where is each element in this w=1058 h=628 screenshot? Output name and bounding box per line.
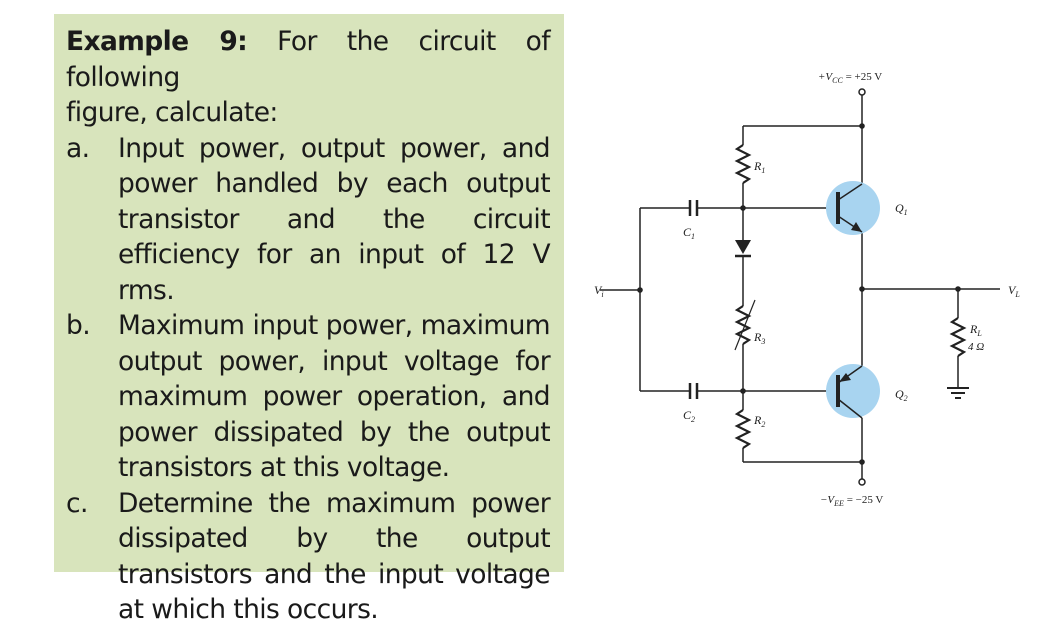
problem-statement-box: Example 9: For the circuit of following …	[54, 14, 564, 625]
vi-label: Vi	[594, 283, 604, 299]
problem-item-a: a. Input power, output power, and power …	[66, 131, 551, 309]
vee-terminal	[858, 478, 866, 486]
vee-label: −VEE = −25 V	[820, 494, 883, 508]
item-marker: a.	[66, 132, 90, 164]
push-pull-amplifier-circuit: +VCC = +25 V −VEE = −25 V Vi VL R1 R3 R2…	[594, 71, 1020, 508]
diode-icon	[735, 240, 751, 254]
rl-label: RL	[969, 322, 982, 338]
rl-value: 4 Ω	[968, 341, 984, 353]
problem-heading: Example 9: For the circuit of following	[66, 24, 551, 95]
r3-label: R3	[753, 330, 765, 346]
example-label: Example 9:	[66, 26, 248, 57]
vcc-label: +VCC = +25 V	[818, 71, 882, 85]
c2-label: C2	[683, 408, 695, 424]
r1-label: R1	[753, 159, 765, 175]
item-marker: b.	[66, 310, 91, 341]
q2-pnp-transistor	[826, 364, 880, 419]
r1-resistor	[734, 144, 752, 184]
item-text: Determine the maximum power dissipated b…	[118, 487, 551, 626]
vl-label: VL	[1008, 283, 1020, 299]
c1-label: C1	[683, 225, 695, 241]
r2-resistor	[734, 409, 752, 449]
q2-label: Q2	[895, 387, 908, 403]
item-text: Input power, output power, and power han…	[118, 132, 551, 306]
problem-item-c: c. Determine the maximum power dissipate…	[66, 486, 551, 628]
item-text: Maximum input power, maximum output powe…	[118, 310, 551, 483]
heading-line-2: figure, calculate:	[66, 97, 278, 128]
item-marker: c.	[66, 487, 88, 519]
r2-label: R2	[753, 413, 765, 429]
problem-item-b: b. Maximum input power, maximum output p…	[66, 308, 551, 486]
q1-npn-transistor	[826, 181, 880, 235]
r3-variable-resistor	[734, 305, 752, 345]
rl-load-resistor	[949, 317, 967, 357]
vcc-terminal	[858, 88, 866, 96]
q1-label: Q1	[895, 201, 908, 217]
